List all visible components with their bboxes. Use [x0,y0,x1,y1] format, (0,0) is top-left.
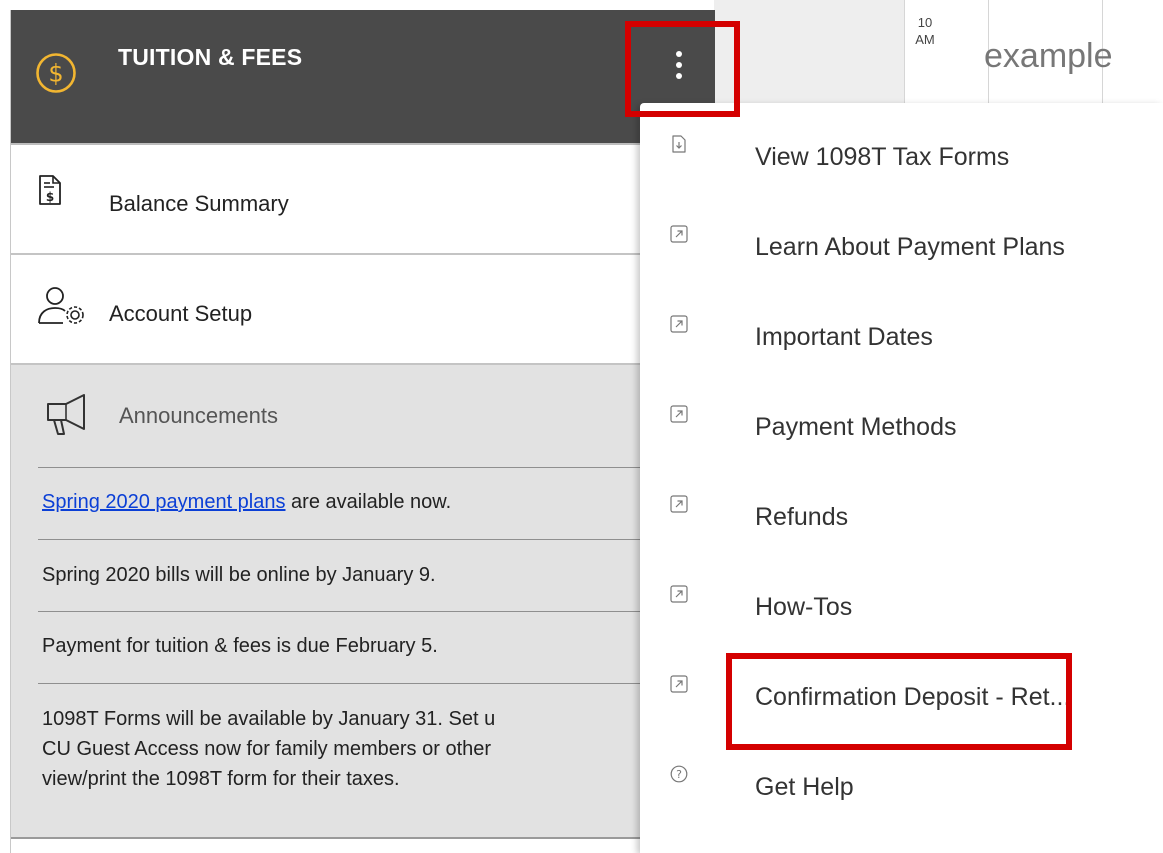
calendar-time-period: AM [915,32,935,47]
menu-item-label: Confirmation Deposit - Ret... [755,683,1071,711]
menu-item-refunds[interactable]: Refunds [640,475,1163,565]
menu-item-important-dates[interactable]: Important Dates [640,295,1163,385]
announcement-item: Spring 2020 bills will be online by Janu… [38,539,715,612]
announcement-text: Spring 2020 bills will be online by Janu… [42,564,436,586]
tuition-fees-widget: $ TUITION & FEES $ Balance Summary Accou… [10,10,715,853]
announcement-text: Payment for tuition & fees is due Februa… [42,635,438,657]
announcement-item: 1098T Forms will be available by January… [38,683,715,834]
document-download-icon [672,135,686,153]
announcements-title: Announcements [119,403,278,428]
menu-item-label: Refunds [755,503,849,531]
kebab-menu-icon [676,73,682,79]
menu-item-label: View 1098T Tax Forms [755,143,1010,171]
calendar-time-label: 10 AM [910,14,940,48]
announcement-item: Spring 2020 payment plans are available … [38,467,715,540]
menu-item-confirmation-deposit[interactable]: Confirmation Deposit - Ret... [640,655,1163,745]
external-link-icon [670,585,688,603]
widget-title: TUITION & FEES [118,44,303,70]
external-link-icon [670,315,688,333]
announcement-text-tail: are available now. [285,491,452,513]
calendar-strip: 10 AM example [714,0,1163,104]
account-setup-row[interactable]: Account Setup [11,255,715,365]
calendar-event[interactable]: example [984,36,1113,76]
svg-text:$: $ [46,190,54,204]
payment-plans-link[interactable]: Spring 2020 payment plans [42,491,286,513]
svg-text:?: ? [676,768,682,781]
announcements-panel: Announcements Spring 2020 payment plans … [11,365,715,839]
announcement-text-line: 1098T Forms will be available by January… [42,708,496,730]
announcement-text: Spring 2020 payment plans are available … [42,487,451,517]
widget-header: $ TUITION & FEES [11,10,715,145]
balance-summary-label: Balance Summary [109,191,289,216]
calendar-gutter [714,0,904,104]
menu-item-label: Get Help [755,773,854,801]
more-options-button[interactable] [667,48,691,88]
bill-icon: $ [39,175,61,205]
menu-item-label: Payment Methods [755,413,957,441]
balance-summary-row[interactable]: $ Balance Summary [11,145,715,255]
menu-item-payment-methods[interactable]: Payment Methods [640,385,1163,475]
dollar-circle-icon: $ [36,53,76,93]
announcement-text-line: view/print the 1098T form for their taxe… [42,768,400,790]
megaphone-icon [47,394,85,435]
announcement-text-line: CU Guest Access now for family members o… [42,738,492,760]
menu-item-get-help[interactable]: ? Get Help [640,745,1163,835]
external-link-icon [670,675,688,693]
more-options-menu: View 1098T Tax Forms Learn About Payment… [640,103,1163,853]
external-link-icon [670,495,688,513]
svg-text:$: $ [48,60,63,88]
menu-item-label: Important Dates [755,323,933,351]
kebab-menu-icon [676,62,682,68]
menu-item-label: How-Tos [755,593,853,621]
user-settings-icon [38,287,84,324]
menu-item-view-1098t[interactable]: View 1098T Tax Forms [640,115,1163,205]
external-link-icon [670,405,688,423]
calendar-time-hour: 10 [917,15,933,30]
help-circle-icon: ? [670,765,688,783]
account-setup-label: Account Setup [109,301,253,326]
announcement-item: Payment for tuition & fees is due Februa… [38,611,715,684]
menu-item-label: Learn About Payment Plans [755,233,1065,261]
external-link-icon [670,225,688,243]
kebab-menu-icon [676,51,682,57]
menu-item-payment-plans[interactable]: Learn About Payment Plans [640,205,1163,295]
calendar-gridline [904,0,905,104]
menu-item-how-tos[interactable]: How-Tos [640,565,1163,655]
